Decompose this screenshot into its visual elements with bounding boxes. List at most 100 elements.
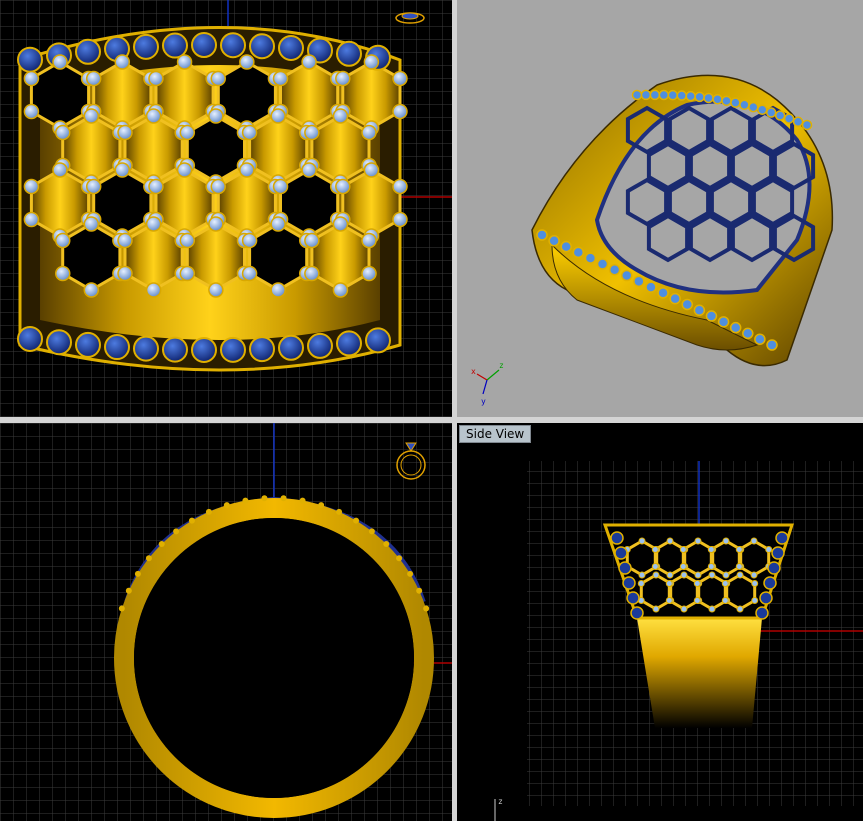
prong [125, 587, 132, 594]
ring-perspective-model[interactable] [531, 74, 834, 367]
axis-triad: z [494, 797, 503, 821]
light-stone [332, 216, 349, 232]
light-stone [179, 265, 196, 282]
honeycomb-cell [279, 168, 340, 238]
prong [336, 508, 343, 515]
light-stone [361, 232, 377, 249]
sapphire-stone [754, 333, 766, 345]
light-stone [304, 265, 320, 282]
sapphire-stone [765, 107, 777, 118]
honeycomb-cell [216, 60, 277, 130]
light-stone [652, 605, 660, 613]
viewport-perspective[interactable]: z x y [457, 0, 863, 417]
honeycomb-cell [61, 222, 122, 292]
light-stone [145, 216, 162, 232]
light-stone [54, 124, 71, 141]
viewport-top[interactable] [0, 0, 452, 417]
viewport-side[interactable]: z Side View [457, 423, 863, 821]
axis-label-x: x [471, 367, 476, 376]
sapphire-stone [536, 229, 548, 241]
sapphire-stone [614, 546, 628, 560]
light-stone [83, 108, 100, 124]
sapphire-stone [640, 89, 652, 101]
light-stone [363, 162, 380, 178]
light-stone [637, 580, 645, 587]
prong [299, 497, 306, 504]
light-stone [272, 70, 289, 87]
light-stone [208, 108, 224, 124]
light-stone [208, 216, 224, 232]
light-stone [651, 563, 659, 570]
light-stone [304, 124, 320, 141]
sapphire-stone [626, 591, 640, 605]
light-stone [241, 232, 258, 249]
sapphire-stone [742, 327, 754, 340]
light-stone [179, 232, 196, 249]
sapphire-stone [685, 90, 696, 102]
sapphire-stone [658, 89, 670, 101]
sapphire-stone [584, 252, 597, 264]
prong [118, 605, 125, 612]
light-stone [363, 54, 380, 70]
axis-triad: z x y [471, 361, 504, 406]
light-stone [693, 597, 701, 604]
light-stone [54, 265, 71, 282]
light-stone [83, 282, 100, 298]
sapphire-stone [633, 275, 645, 288]
sapphire-stone [676, 90, 687, 101]
prong [407, 570, 414, 577]
honeycomb-cell [248, 222, 309, 292]
prong [416, 587, 423, 594]
viewport-front[interactable] [0, 423, 452, 821]
light-stone [179, 124, 196, 141]
light-stone [707, 546, 715, 553]
sapphire-stone [622, 576, 636, 590]
light-stone [721, 580, 729, 587]
sapphire-stone [767, 561, 781, 575]
light-stone [301, 162, 317, 178]
sapphire-stone [755, 606, 769, 620]
prong [280, 495, 287, 502]
honeycomb-cell [123, 222, 184, 292]
light-stone [54, 232, 71, 249]
light-stone [332, 108, 349, 124]
honeycomb-cell [310, 222, 371, 292]
light-stone [392, 211, 408, 228]
viewport-title-side[interactable]: Side View [459, 425, 532, 443]
light-stone [679, 546, 687, 553]
sapphire-stone [620, 269, 633, 282]
prong [396, 555, 403, 562]
sapphire-stone [75, 38, 101, 65]
sapphire-stone [774, 110, 786, 121]
prong [423, 605, 430, 612]
sapphire-stone [705, 310, 718, 322]
light-stone [722, 571, 730, 579]
light-stone [694, 571, 702, 579]
light-stone [736, 605, 744, 613]
light-stone [176, 54, 193, 70]
light-stone [85, 178, 102, 195]
prong [383, 541, 390, 548]
light-stone [735, 546, 743, 553]
sapphire-stone [220, 336, 246, 363]
sapphire-stone [730, 97, 741, 108]
sapphire-stone [249, 33, 275, 60]
light-stone [735, 563, 743, 570]
axis-label-y: y [481, 397, 486, 406]
sapphire-stone [801, 119, 813, 131]
prong [223, 502, 230, 509]
light-stone [210, 178, 227, 195]
sapphire-stone [191, 336, 217, 363]
prong [242, 497, 249, 504]
light-stone [117, 232, 133, 249]
ring-top-model[interactable] [17, 26, 408, 372]
sapphire-stone [783, 113, 795, 124]
light-stone [392, 103, 408, 120]
light-stone [651, 546, 659, 553]
sapphire-stone [759, 591, 773, 605]
light-stone [750, 537, 758, 545]
light-stone [145, 108, 162, 124]
light-stone [708, 605, 716, 613]
light-stone [665, 597, 673, 604]
honeycomb-cell [279, 60, 340, 130]
